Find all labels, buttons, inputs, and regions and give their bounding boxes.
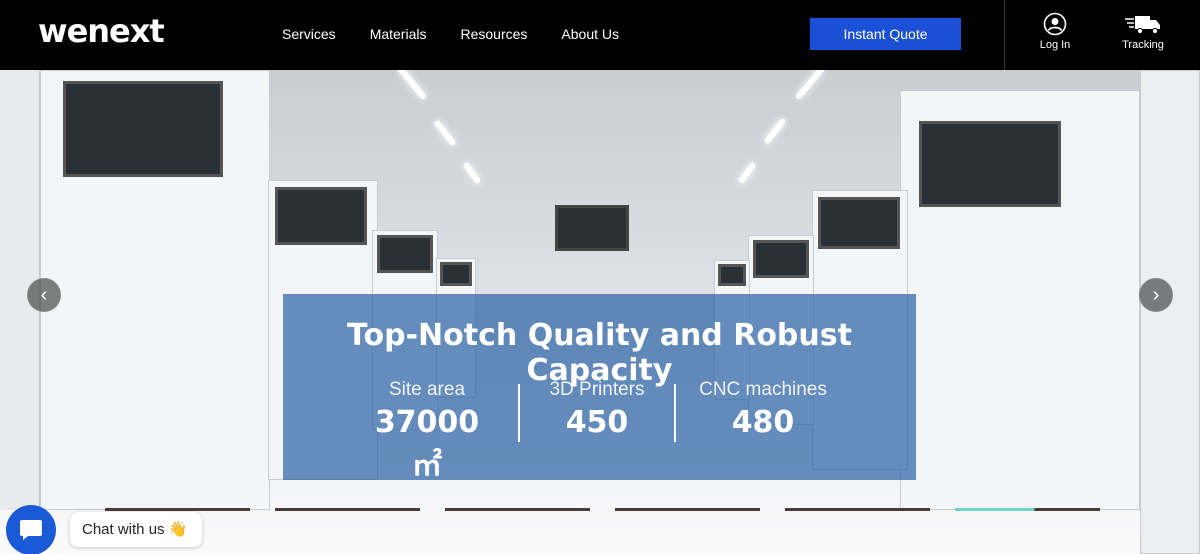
stat-label: Site area	[388, 379, 466, 400]
stat-value: 450	[565, 405, 629, 440]
hero-carousel: Top-Notch Quality and Robust Capacity Si…	[0, 70, 1200, 554]
carousel-dot-active[interactable]	[955, 508, 1100, 511]
instant-quote-button[interactable]: Instant Quote	[810, 18, 961, 50]
machine-screen	[818, 197, 900, 249]
logo[interactable]: wenext	[38, 12, 165, 50]
machine-screen	[718, 264, 746, 286]
main-nav: Services Materials Resources About Us	[282, 26, 619, 42]
stat-site-area: Site area 37000㎡	[367, 379, 487, 484]
truck-icon	[1125, 16, 1160, 35]
chevron-right-icon: ›	[1152, 284, 1160, 306]
stat-3d-printers: 3D Printers 450	[533, 379, 661, 440]
stat-label: CNC machines	[699, 379, 827, 400]
stat-value: 37000㎡	[374, 405, 480, 483]
login-label: Log In	[1039, 39, 1071, 51]
stat-divider	[518, 384, 520, 442]
carousel-next-button[interactable]: ›	[1139, 278, 1173, 312]
machine-screen	[377, 235, 433, 273]
machine	[900, 90, 1140, 510]
hero-stats-card: Top-Notch Quality and Robust Capacity Si…	[283, 294, 916, 483]
machine-screen	[440, 262, 472, 286]
stat-cnc-machines: CNC machines 480	[688, 379, 838, 440]
stat-label: 3D Printers	[549, 379, 645, 400]
machine-screen	[63, 81, 223, 177]
carousel-dot[interactable]	[445, 508, 590, 511]
chevron-left-icon: ‹	[40, 284, 48, 306]
nav-services[interactable]: Services	[282, 26, 336, 42]
carousel-dot[interactable]	[105, 508, 250, 511]
machine-screen	[275, 187, 367, 245]
stat-divider	[674, 384, 676, 442]
user-icon	[1043, 12, 1067, 36]
chat-with-us-label[interactable]: Chat with us 👋	[70, 512, 202, 547]
nav-materials[interactable]: Materials	[370, 26, 427, 42]
chat-icon	[20, 520, 42, 540]
tracking-label: Tracking	[1122, 39, 1164, 51]
login-link[interactable]: Log In	[1020, 12, 1090, 51]
site-header: wenext Services Materials Resources Abou…	[0, 0, 1200, 70]
hero-title: Top-Notch Quality and Robust Capacity	[347, 318, 852, 388]
machine-screen	[753, 240, 809, 278]
carousel-prev-button[interactable]: ‹	[27, 278, 61, 312]
header-divider	[1004, 0, 1005, 70]
chat-launcher-button[interactable]	[6, 505, 56, 554]
stat-value: 480	[731, 405, 795, 440]
tracking-link[interactable]: Tracking	[1108, 12, 1178, 51]
hanging-monitor	[555, 205, 629, 251]
carousel-pagination	[105, 508, 1100, 511]
machine	[40, 70, 270, 510]
nav-resources[interactable]: Resources	[460, 26, 527, 42]
machine-side	[1140, 70, 1200, 554]
carousel-dot[interactable]	[275, 508, 420, 511]
carousel-dot[interactable]	[785, 508, 930, 511]
carousel-dot[interactable]	[615, 508, 760, 511]
machine-screen	[919, 121, 1061, 207]
nav-about-us[interactable]: About Us	[561, 26, 619, 42]
